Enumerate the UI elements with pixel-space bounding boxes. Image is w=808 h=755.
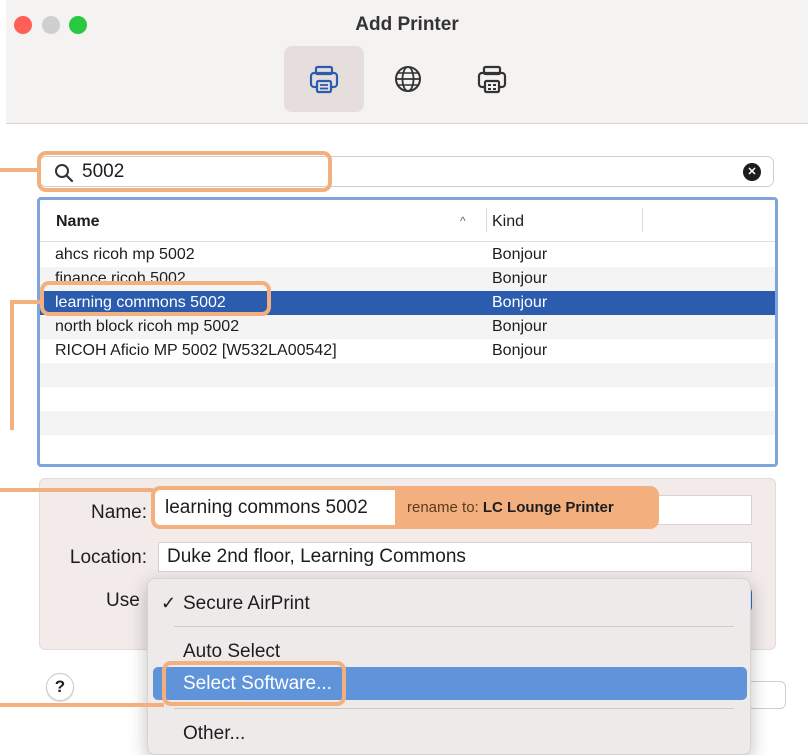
callout-leader-line xyxy=(10,300,42,304)
menu-item-label: Other... xyxy=(183,723,246,744)
name-label: Name: xyxy=(91,502,147,523)
menu-item-other[interactable]: Other... xyxy=(153,717,747,750)
table-row[interactable]: north block ricoh mp 5002 Bonjour xyxy=(40,315,775,339)
location-field[interactable] xyxy=(158,542,752,572)
sort-ascending-icon: ^ xyxy=(460,214,466,228)
printer-kind-cell: Bonjour xyxy=(492,294,548,311)
window-title: Add Printer xyxy=(355,14,459,35)
list-header: Name ^ Kind xyxy=(40,200,775,242)
list-rows: ahcs ricoh mp 5002 Bonjour finance ricoh… xyxy=(40,243,775,459)
callout-select-software-highlight xyxy=(162,661,346,706)
printer-name-cell: north block ricoh mp 5002 xyxy=(55,318,240,335)
callout-leader-line xyxy=(0,703,164,707)
use-label: Use xyxy=(106,590,140,611)
rename-tag: rename to: LC Lounge Printer xyxy=(395,490,655,525)
checkmark-icon: ✓ xyxy=(161,593,177,613)
callout-leader-line xyxy=(0,488,153,492)
clear-icon[interactable]: ✕ xyxy=(743,163,761,181)
printer-list[interactable]: Name ^ Kind ahcs ricoh mp 5002 Bonjour f… xyxy=(37,197,778,467)
table-row[interactable]: RICOH Aficio MP 5002 [W532LA00542] Bonjo… xyxy=(40,339,775,363)
help-button[interactable]: ? xyxy=(46,673,74,701)
menu-item-secure-airprint[interactable]: ✓ Secure AirPrint xyxy=(153,587,747,620)
windows-printer-icon xyxy=(477,65,507,94)
printer-icon xyxy=(309,65,339,94)
callout-rename-highlight: learning commons 5002 rename to: LC Loun… xyxy=(151,486,659,529)
printer-name-cell: RICOH Aficio MP 5002 [W532LA00542] xyxy=(55,342,337,359)
printer-kind-cell: Bonjour xyxy=(492,342,548,359)
tab-windows-printers[interactable] xyxy=(452,46,532,112)
table-row[interactable]: ahcs ricoh mp 5002 Bonjour xyxy=(40,243,775,267)
empty-row xyxy=(40,435,775,459)
callout-current-name: learning commons 5002 xyxy=(165,497,368,518)
tab-ip-printers[interactable] xyxy=(368,46,448,112)
column-header-name[interactable]: Name xyxy=(56,213,100,231)
printer-name-cell: ahcs ricoh mp 5002 xyxy=(55,246,195,263)
empty-row xyxy=(40,411,775,435)
title-bar: Add Printer xyxy=(6,0,808,124)
printer-kind-cell: Bonjour xyxy=(492,246,548,263)
rename-hint: rename to: LC Lounge Printer xyxy=(407,499,614,516)
menu-item-label: Secure AirPrint xyxy=(183,593,310,614)
rename-target: LC Lounge Printer xyxy=(482,499,614,516)
column-divider[interactable] xyxy=(642,208,643,232)
callout-row-highlight xyxy=(40,281,271,316)
empty-row xyxy=(40,363,775,387)
empty-row xyxy=(40,387,775,411)
add-printer-window: Add Printer 5002 ✕ Name ^ Kind ahcs rico… xyxy=(6,0,808,755)
globe-icon xyxy=(395,66,421,92)
callout-search-highlight xyxy=(37,151,332,192)
rename-prefix: rename to: xyxy=(407,499,483,516)
column-divider[interactable] xyxy=(486,208,487,232)
column-header-kind[interactable]: Kind xyxy=(492,213,524,231)
tab-default-printers[interactable] xyxy=(284,46,364,112)
printer-kind-cell: Bonjour xyxy=(492,270,548,287)
menu-item-label: Auto Select xyxy=(183,641,281,662)
menu-separator xyxy=(174,708,734,709)
callout-leader-line xyxy=(0,168,38,172)
menu-separator xyxy=(174,626,734,627)
callout-leader-line xyxy=(10,300,14,430)
printer-kind-cell: Bonjour xyxy=(492,318,548,335)
location-label: Location: xyxy=(69,547,147,568)
